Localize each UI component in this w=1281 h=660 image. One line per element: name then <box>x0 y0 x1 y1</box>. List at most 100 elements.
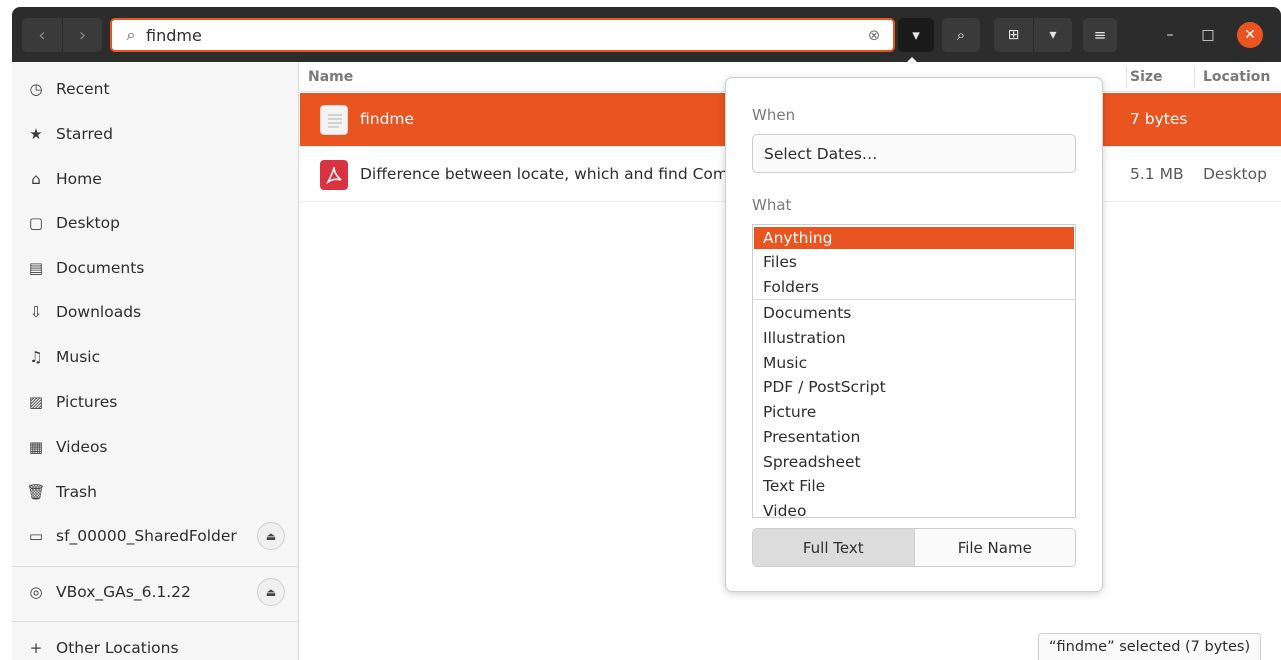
file-name: Difference between locate, which and fin… <box>360 165 728 183</box>
search-toggle-button[interactable]: ⌕ <box>942 18 980 52</box>
chevron-left-icon: ‹ <box>38 24 46 46</box>
type-item-video[interactable]: Video <box>754 500 1074 517</box>
sidebar-item-starred[interactable]: ★ Starred <box>12 114 299 154</box>
view-options-dropdown-button[interactable]: ▾ <box>1033 18 1072 52</box>
sidebar-item-label: Other Locations <box>56 639 179 657</box>
minimize-button[interactable]: – <box>1157 22 1183 48</box>
header-bar: ‹ › ⌕ findme ⊗ ▾ ⌕ ⊞ ▾ ≡ – □ ✕ <box>12 7 1281 62</box>
search-mode-toggle: Full Text File Name <box>752 528 1076 567</box>
sidebar-item-pictures[interactable]: ▨ Pictures <box>12 382 299 422</box>
sidebar-divider <box>12 621 299 622</box>
sidebar-item-label: Downloads <box>56 303 142 321</box>
file-size: 7 bytes <box>1130 110 1188 128</box>
type-item-spreadsheet[interactable]: Spreadsheet <box>754 451 1074 473</box>
navigation-buttons: ‹ › <box>22 18 102 52</box>
what-label: What <box>752 196 792 214</box>
sidebar-item-label: Desktop <box>56 214 120 232</box>
eject-icon[interactable]: ⏏ <box>257 522 285 550</box>
back-button[interactable]: ‹ <box>22 18 62 52</box>
column-header-location[interactable]: Location <box>1203 69 1270 85</box>
star-icon: ★ <box>29 125 43 143</box>
search-filter-dropdown-button[interactable]: ▾ <box>898 18 934 52</box>
main-menu-button[interactable]: ≡ <box>1083 18 1117 52</box>
pictures-icon: ▨ <box>28 393 44 411</box>
when-label: When <box>752 106 796 124</box>
search-icon: ⌕ <box>126 25 136 44</box>
forward-button[interactable]: › <box>62 18 102 52</box>
documents-icon: ▤ <box>28 259 44 277</box>
type-item-files[interactable]: Files <box>754 251 1074 273</box>
sidebar-item-label: Videos <box>56 438 108 456</box>
sidebar-item-downloads[interactable]: ⇩ Downloads <box>12 292 299 332</box>
select-dates-button[interactable]: Select Dates… <box>752 134 1076 173</box>
downloads-icon: ⇩ <box>29 303 43 321</box>
selection-status: “findme” selected (7 bytes) <box>1038 633 1262 660</box>
clock-icon: ◷ <box>29 80 43 98</box>
disc-icon: ◎ <box>29 583 43 601</box>
sidebar-item-label: Music <box>56 348 101 366</box>
type-item-anything[interactable]: Anything <box>754 227 1074 249</box>
search-query[interactable]: findme <box>146 26 859 45</box>
search-icon: ⌕ <box>956 26 966 44</box>
grid-view-button[interactable]: ⊞ <box>994 18 1033 52</box>
type-item-folders[interactable]: Folders <box>754 276 1074 298</box>
videos-icon: ▦ <box>28 438 44 456</box>
sidebar-divider <box>12 566 299 567</box>
type-item-picture[interactable]: Picture <box>754 401 1074 423</box>
clear-search-icon[interactable]: ⊗ <box>859 26 889 44</box>
trash-icon: 🗑 <box>26 483 46 501</box>
grid-icon: ⊞ <box>1007 27 1020 43</box>
type-list-divider <box>753 299 1075 300</box>
column-divider <box>1194 66 1195 88</box>
type-item-text-file[interactable]: Text File <box>754 475 1074 497</box>
type-item-illustration[interactable]: Illustration <box>754 327 1074 349</box>
column-header-name[interactable]: Name <box>308 69 353 85</box>
file-location: Desktop <box>1203 165 1267 183</box>
sidebar-item-label: Home <box>56 170 102 188</box>
sidebar-item-label: Trash <box>56 483 97 501</box>
file-size: 5.1 MB <box>1130 165 1184 183</box>
search-filter-popover: When Select Dates… What Anything Files F… <box>725 77 1103 592</box>
close-icon: ✕ <box>1244 27 1256 43</box>
sidebar-item-label: Recent <box>56 80 110 98</box>
full-text-button[interactable]: Full Text <box>753 529 914 566</box>
view-options: ⊞ ▾ <box>994 18 1072 52</box>
search-input[interactable]: ⌕ findme ⊗ <box>110 18 895 52</box>
sidebar-item-desktop[interactable]: ▢ Desktop <box>12 203 299 243</box>
file-type-list: Anything Files Folders Documents Illustr… <box>752 224 1076 518</box>
sidebar-item-label: VBox_GAs_6.1.22 <box>56 583 191 601</box>
close-button[interactable]: ✕ <box>1237 22 1263 48</box>
column-divider <box>1126 66 1127 88</box>
sidebar-item-documents[interactable]: ▤ Documents <box>12 248 299 288</box>
type-item-music[interactable]: Music <box>754 352 1074 374</box>
sidebar-item-recent[interactable]: ◷ Recent <box>12 69 299 109</box>
chevron-right-icon: › <box>78 24 87 46</box>
type-item-documents[interactable]: Documents <box>754 302 1074 324</box>
sidebar-item-videos[interactable]: ▦ Videos <box>12 427 299 467</box>
popover-arrow <box>900 57 924 69</box>
type-item-presentation[interactable]: Presentation <box>754 426 1074 448</box>
minimize-icon: – <box>1166 27 1174 43</box>
maximize-button[interactable]: □ <box>1195 22 1221 48</box>
file-name-button[interactable]: File Name <box>913 529 1075 566</box>
sidebar-item-music[interactable]: ♫ Music <box>12 337 299 377</box>
caret-down-icon: ▾ <box>912 26 920 44</box>
text-file-icon <box>320 105 348 135</box>
sidebar-item-vbox-gas[interactable]: ◎ VBox_GAs_6.1.22 ⏏ <box>12 572 299 612</box>
type-item-pdf-postscript[interactable]: PDF / PostScript <box>754 376 1074 398</box>
sidebar-item-home[interactable]: ⌂ Home <box>12 159 299 199</box>
sidebar-item-other-locations[interactable]: + Other Locations <box>12 628 299 660</box>
caret-down-icon: ▾ <box>1049 27 1057 43</box>
sidebar-item-label: sf_00000_SharedFolder <box>56 527 237 545</box>
plus-icon: + <box>29 639 43 657</box>
sidebar-item-label: Documents <box>56 259 145 277</box>
file-name: findme <box>360 110 415 128</box>
pdf-file-icon <box>320 160 348 190</box>
home-icon: ⌂ <box>31 170 41 188</box>
sidebar-item-trash[interactable]: 🗑 Trash <box>12 472 299 512</box>
sidebar-item-shared-folder[interactable]: ▭ sf_00000_SharedFolder ⏏ <box>12 516 299 556</box>
column-header-size[interactable]: Size <box>1130 69 1163 85</box>
eject-icon[interactable]: ⏏ <box>257 578 285 606</box>
places-sidebar: ◷ Recent ★ Starred ⌂ Home ▢ Desktop ▤ Do… <box>12 62 299 660</box>
drive-icon: ▭ <box>28 527 44 545</box>
